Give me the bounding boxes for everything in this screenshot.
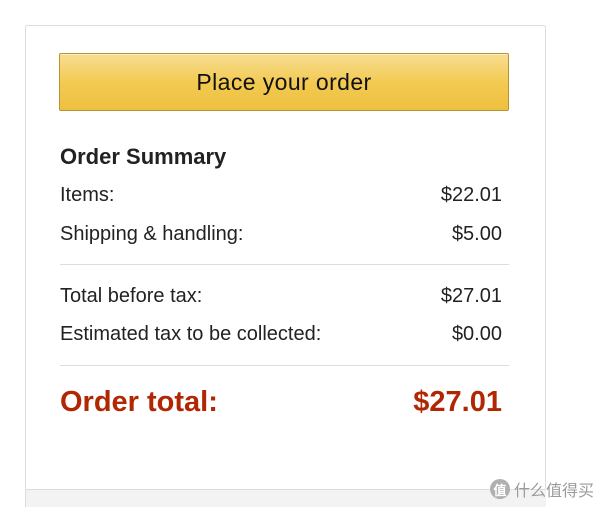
summary-row-estimated-tax: Estimated tax to be collected: $0.00 [60, 323, 502, 346]
items-label: Items: [60, 184, 115, 206]
total-before-tax-label: Total before tax: [60, 285, 203, 307]
summary-row-order-total: Order total: $27.01 [60, 386, 502, 419]
shipping-label: Shipping & handling: [60, 223, 244, 245]
summary-divider [60, 264, 509, 265]
estimated-tax-value: $0.00 [451, 323, 502, 345]
checkout-page: Place your order Order Summary Items: $2… [0, 0, 600, 507]
site-watermark: 值 什么值得买 [489, 477, 594, 501]
panel-footer-strip [25, 489, 546, 507]
order-summary-title: Order Summary [60, 144, 227, 169]
watermark-text: 什么值得买 [513, 483, 594, 500]
place-order-button[interactable]: Place your order [59, 53, 509, 111]
watermark-logo-icon: 值 [489, 479, 510, 499]
order-total-value: $27.01 [413, 386, 502, 418]
order-total-label: Order total: [60, 386, 218, 418]
estimated-tax-label: Estimated tax to be collected: [60, 323, 322, 345]
items-value: $22.01 [440, 184, 502, 206]
summary-row-shipping: Shipping & handling: $5.00 [60, 223, 502, 246]
total-before-tax-value: $27.01 [440, 285, 502, 307]
summary-divider [60, 365, 509, 366]
shipping-value: $5.00 [451, 223, 502, 245]
summary-row-total-before-tax: Total before tax: $27.01 [60, 285, 502, 308]
summary-row-items: Items: $22.01 [60, 184, 502, 207]
